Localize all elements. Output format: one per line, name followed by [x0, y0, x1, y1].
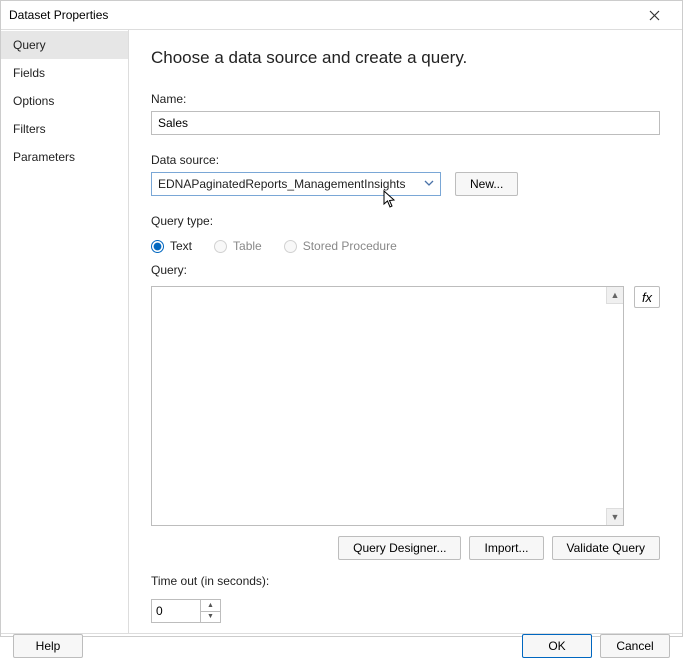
- chevron-down-icon: [422, 176, 436, 190]
- ok-button[interactable]: OK: [522, 634, 592, 658]
- page-heading: Choose a data source and create a query.: [151, 48, 660, 68]
- query-designer-button[interactable]: Query Designer...: [338, 536, 461, 560]
- radio-sp-input: [284, 240, 297, 253]
- scroll-down-icon[interactable]: ▼: [606, 508, 623, 525]
- dialog-body: Query Fields Options Filters Parameters …: [1, 29, 682, 633]
- name-label: Name:: [151, 92, 660, 106]
- sidebar-item-filters[interactable]: Filters: [1, 115, 128, 143]
- sidebar-item-fields[interactable]: Fields: [1, 59, 128, 87]
- query-type-label: Query type:: [151, 214, 660, 228]
- name-input[interactable]: [151, 111, 660, 135]
- new-data-source-button[interactable]: New...: [455, 172, 518, 196]
- data-source-combobox[interactable]: EDNAPaginatedReports_ManagementInsights: [151, 172, 441, 196]
- radio-stored-procedure: Stored Procedure: [284, 239, 397, 253]
- titlebar: Dataset Properties: [1, 1, 682, 29]
- query-label: Query:: [151, 263, 660, 277]
- cancel-button[interactable]: Cancel: [600, 634, 670, 658]
- timeout-label: Time out (in seconds):: [151, 574, 660, 588]
- spinner-up-icon[interactable]: ▲: [201, 600, 220, 612]
- radio-table: Table: [214, 239, 262, 253]
- main-panel: Choose a data source and create a query.…: [129, 30, 682, 633]
- sidebar-item-parameters[interactable]: Parameters: [1, 143, 128, 171]
- sidebar-item-query[interactable]: Query: [1, 31, 128, 59]
- timeout-input[interactable]: [152, 600, 200, 622]
- scroll-up-icon[interactable]: ▲: [606, 287, 623, 304]
- help-button[interactable]: Help: [13, 634, 83, 658]
- import-button[interactable]: Import...: [469, 536, 543, 560]
- window-title: Dataset Properties: [9, 8, 108, 22]
- sidebar-item-options[interactable]: Options: [1, 87, 128, 115]
- data-source-label: Data source:: [151, 153, 660, 167]
- query-type-radios: Text Table Stored Procedure: [151, 239, 660, 253]
- timeout-spinner[interactable]: ▲ ▼: [151, 599, 221, 623]
- dialog-window: Dataset Properties Query Fields Options …: [0, 0, 683, 637]
- radio-text-input[interactable]: [151, 240, 164, 253]
- radio-table-input: [214, 240, 227, 253]
- sidebar: Query Fields Options Filters Parameters: [1, 30, 129, 633]
- close-icon[interactable]: [634, 1, 674, 29]
- validate-query-button[interactable]: Validate Query: [552, 536, 661, 560]
- query-textarea[interactable]: ▲ ▼: [151, 286, 624, 526]
- data-source-value: EDNAPaginatedReports_ManagementInsights: [158, 177, 405, 191]
- expression-button[interactable]: fx: [634, 286, 660, 308]
- radio-text[interactable]: Text: [151, 239, 192, 253]
- spinner-down-icon[interactable]: ▼: [201, 612, 220, 623]
